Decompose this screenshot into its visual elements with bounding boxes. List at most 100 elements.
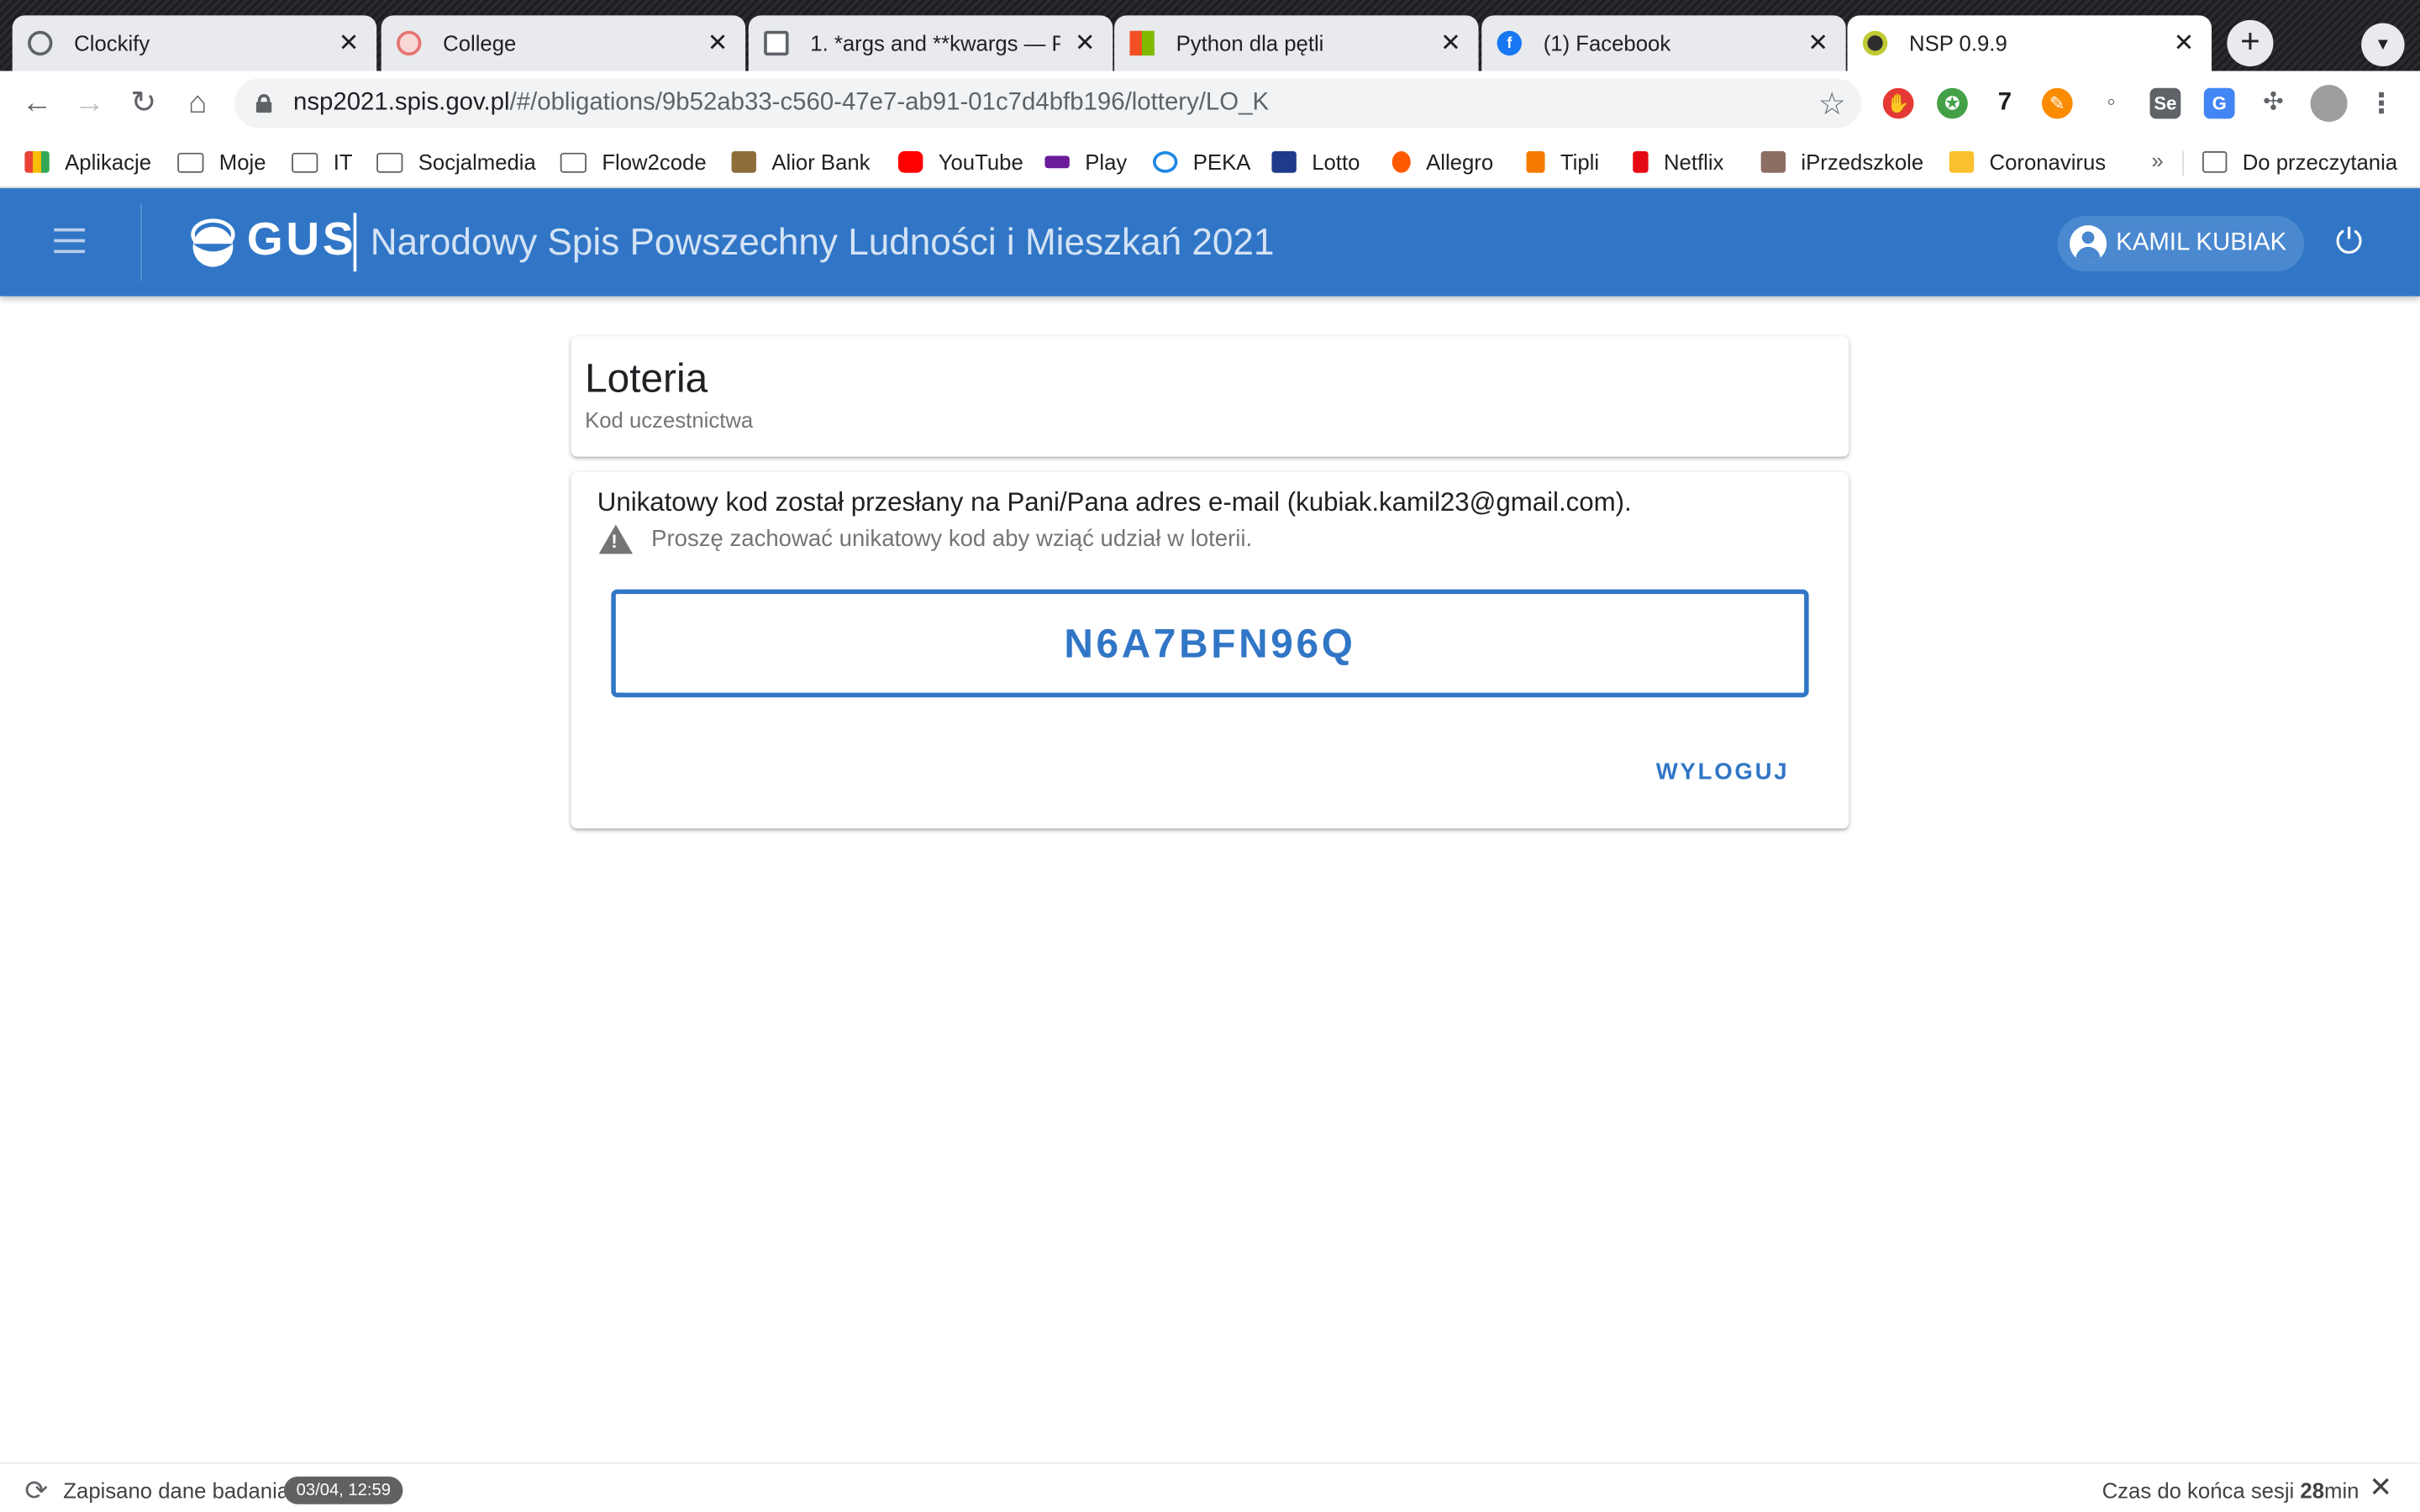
browser-menu-icon[interactable]: ⋮ xyxy=(2366,88,2397,119)
tab-title: 1. *args and **kwargs — Py xyxy=(810,30,1060,56)
bookmark-play[interactable]: Play xyxy=(1044,145,1127,179)
account-icon xyxy=(2070,225,2107,263)
tab-python-petli[interactable]: Python dla pętli ✕ xyxy=(1114,15,1479,71)
bookmark-youtube[interactable]: YouTube xyxy=(897,145,1023,179)
bookmark-socjalmedia[interactable]: Socjalmedia xyxy=(376,145,536,179)
bookmark-lotto[interactable]: Lotto xyxy=(1271,145,1360,179)
green-extension-icon[interactable]: ✪ xyxy=(1937,87,1968,119)
tab-title: Python dla pętli xyxy=(1176,30,1324,56)
session-minutes: 28 xyxy=(2300,1478,2325,1503)
tab-college[interactable]: College ✕ xyxy=(381,15,746,71)
bookmark-label: Alior Bank xyxy=(771,150,871,175)
app-header: GUS Narodowy Spis Powszechny Ludności i … xyxy=(0,188,2420,297)
status-footer: ⟳ Zapisano dane badania 03/04, 12:59 Cza… xyxy=(0,1462,2420,1512)
lotto-icon xyxy=(1271,150,1297,173)
close-tab-icon[interactable]: ✕ xyxy=(1073,28,1097,59)
logo-divider xyxy=(353,213,357,272)
reload-icon[interactable]: ↻ xyxy=(124,83,164,123)
bookmark-allegro[interactable]: Allegro xyxy=(1392,145,1493,179)
close-tab-icon[interactable]: ✕ xyxy=(1806,28,1830,59)
warning-text: Proszę zachować unikatowy kod aby wziąć … xyxy=(651,526,1253,553)
circle-extension-icon[interactable]: ◦ xyxy=(2096,88,2127,119)
bookmark-label: IT xyxy=(333,150,353,175)
folder-icon xyxy=(292,151,318,172)
close-tab-icon[interactable]: ✕ xyxy=(705,28,729,59)
bookmark-label: Coronavirus xyxy=(1989,150,2107,175)
bookmark-netflix[interactable]: Netflix xyxy=(1633,145,1723,179)
reading-list-button[interactable]: Do przeczytania xyxy=(2202,145,2397,179)
user-menu-button[interactable]: KAMIL KUBIAK xyxy=(2057,216,2305,272)
bookmark-flow2code[interactable]: Flow2code xyxy=(560,145,707,179)
tab-nsp[interactable]: NSP 0.9.9 ✕ xyxy=(1847,15,2212,71)
warning-row: Proszę zachować unikatowy kod aby wziąć … xyxy=(598,524,1253,554)
selenium-extension-icon[interactable]: Se xyxy=(2149,87,2181,119)
tab-strip: Clockify ✕ College ✕ 1. *args and **kwar… xyxy=(0,0,2420,75)
extensions-puzzle-icon[interactable]: ✣ xyxy=(2258,88,2289,119)
address-bar[interactable]: nsp2021.spis.gov.pl/#/obligations/9b52ab… xyxy=(234,78,1862,129)
stage: Clockify ✕ College ✕ 1. *args and **kwar… xyxy=(0,0,2420,1512)
bookmarks-bar: Aplikacje Moje IT Socjalmedia Flow2code … xyxy=(0,135,2420,189)
bookmark-star-icon[interactable]: ☆ xyxy=(1818,85,1846,123)
bookmark-label: Socjalmedia xyxy=(418,150,536,175)
close-tab-icon[interactable]: ✕ xyxy=(1439,28,1463,59)
gus-logo-icon xyxy=(191,218,235,267)
tab-args-kwargs[interactable]: 1. *args and **kwargs — Py ✕ xyxy=(748,15,1113,71)
bookmark-label: YouTube xyxy=(938,150,1023,175)
bookmark-coronavirus[interactable]: Coronavirus xyxy=(1949,145,2106,179)
session-timer: Czas do końca sesji 28min xyxy=(2102,1478,2360,1503)
bookmark-it[interactable]: IT xyxy=(292,145,353,179)
new-tab-button[interactable]: + xyxy=(2227,19,2274,66)
tipli-icon xyxy=(1526,150,1545,173)
app-root: Clockify ✕ College ✕ 1. *args and **kwar… xyxy=(0,0,2420,1512)
orange-extension-icon[interactable]: ✎ xyxy=(2041,87,2073,119)
bookmark-label: Play xyxy=(1085,150,1128,175)
clockify-icon xyxy=(28,30,53,56)
bookmarks-more-button[interactable]: » xyxy=(2151,148,2163,172)
close-tab-icon[interactable]: ✕ xyxy=(2171,28,2196,59)
peka-icon xyxy=(1153,150,1178,173)
microsoft-icon xyxy=(1129,30,1155,56)
bookmark-label: PEKA xyxy=(1192,150,1251,175)
translate-extension-icon[interactable]: G xyxy=(2203,87,2235,119)
url-path: /#/obligations/9b52ab33-c560-47e7-ab91-0… xyxy=(509,89,1270,116)
profile-avatar[interactable] xyxy=(2310,85,2348,123)
saved-status-text: Zapisano dane badania xyxy=(63,1478,290,1503)
tab-title: College xyxy=(443,30,517,56)
saved-timestamp-badge: 03/04, 12:59 xyxy=(283,1476,403,1504)
bookmark-aplikacje[interactable]: Aplikacje xyxy=(24,145,151,179)
folder-icon xyxy=(376,151,403,172)
sync-icon: ⟳ xyxy=(24,1474,49,1506)
bookmark-tipli[interactable]: Tipli xyxy=(1526,145,1599,179)
bookmark-label: Netflix xyxy=(1663,150,1724,175)
alior-icon xyxy=(731,150,756,173)
home-icon[interactable]: ⌂ xyxy=(177,83,218,123)
menu-icon[interactable] xyxy=(54,228,86,254)
nsp-icon xyxy=(1862,30,1888,56)
bookmark-moje[interactable]: Moje xyxy=(177,145,266,179)
page-subtitle: Kod uczestnictwa xyxy=(585,407,754,433)
logout-button[interactable]: WYLOGUJ xyxy=(1656,759,1790,785)
allegro-icon xyxy=(1392,150,1411,173)
forward-icon[interactable]: → xyxy=(70,83,110,123)
close-tab-icon[interactable]: ✕ xyxy=(336,28,360,59)
extension-counter-icon[interactable]: 7 xyxy=(1990,88,2021,119)
tab-clockify[interactable]: Clockify ✕ xyxy=(12,15,377,71)
lottery-code-box: N6A7BFN96Q xyxy=(611,589,1809,698)
back-icon[interactable]: ← xyxy=(17,83,57,123)
college-icon xyxy=(397,30,422,56)
bookmark-iprzedszkole[interactable]: iPrzedszkole xyxy=(1760,145,1923,179)
lock-icon xyxy=(255,94,272,113)
power-icon[interactable]: ⏻ xyxy=(2328,221,2370,264)
page-title: Loteria xyxy=(585,354,708,402)
tab-title: (1) Facebook xyxy=(1543,30,1671,56)
session-prefix: Czas do końca sesji xyxy=(2102,1478,2301,1503)
tab-search-icon[interactable]: ▼ xyxy=(2361,23,2405,66)
tab-facebook[interactable]: f (1) Facebook ✕ xyxy=(1481,15,1846,71)
bookmark-label: Lotto xyxy=(1312,150,1360,175)
bookmark-peka[interactable]: PEKA xyxy=(1153,145,1250,179)
bookmark-label: Tipli xyxy=(1560,150,1600,175)
youtube-icon xyxy=(897,150,923,173)
close-footer-icon[interactable]: ✕ xyxy=(2369,1472,2392,1504)
adblock-extension-icon[interactable]: ✋ xyxy=(1882,87,1914,119)
bookmark-alior-bank[interactable]: Alior Bank xyxy=(731,145,871,179)
